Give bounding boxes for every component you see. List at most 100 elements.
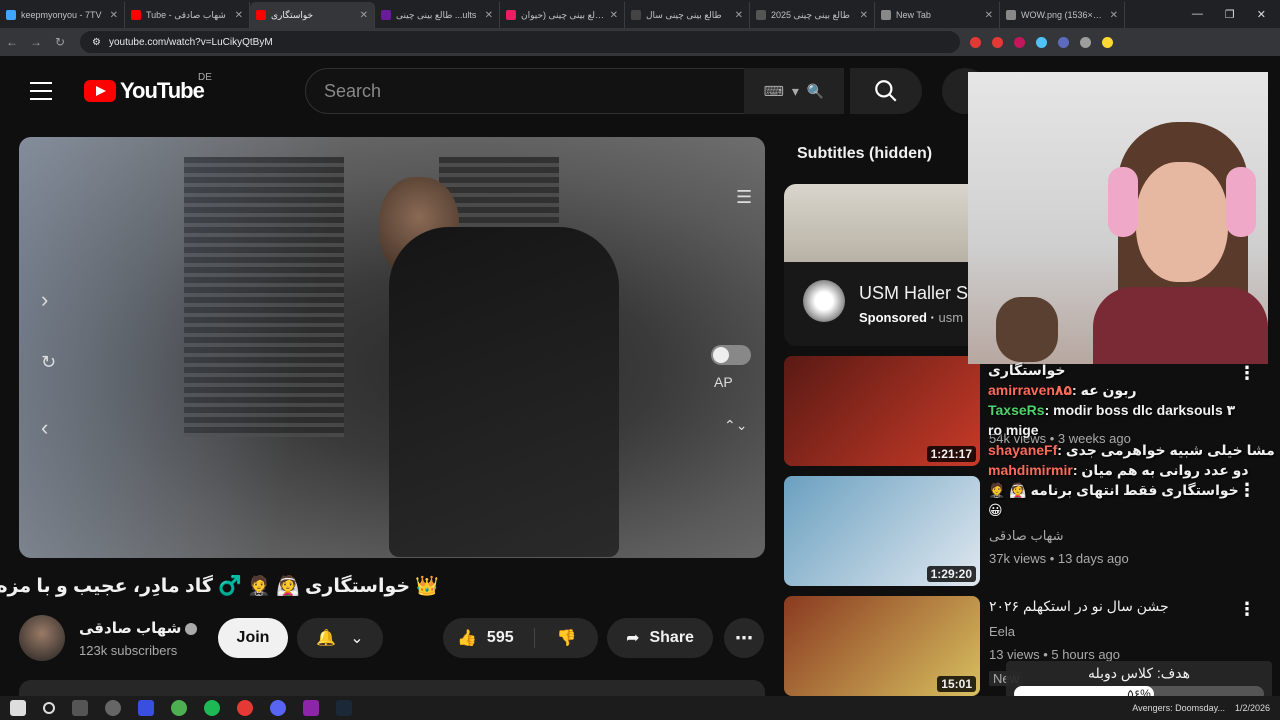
browser-tab[interactable]: keepmyonyou - 7TV ✕ — [0, 2, 125, 28]
keyboard-icon[interactable]: ⌨ — [764, 83, 784, 100]
goal-label: هدف: کلاس دوبله — [1087, 665, 1191, 681]
browser-tab[interactable]: طالع بینی چینی 2025 ✕ — [750, 2, 875, 28]
like-button[interactable]: 👍 595 — [443, 628, 535, 648]
tab-title: WOW.png (1536×10... — [1021, 10, 1105, 20]
browser-tab[interactable]: Tube - شهاب صادقی ✕ — [125, 2, 250, 28]
app-icon[interactable] — [105, 700, 121, 716]
ad-title: USM Haller S — [859, 283, 969, 303]
video-thumbnail[interactable]: 1:29:20 — [784, 476, 980, 586]
share-button[interactable]: ➦ Share — [607, 618, 713, 658]
chat-text: خواستگاری — [988, 362, 1066, 378]
search-icon — [875, 80, 897, 102]
extensions-puzzle-icon[interactable] — [1080, 36, 1091, 48]
bell-icon: 🔔 — [316, 630, 337, 647]
tab-favicon — [1006, 10, 1016, 20]
maximize-icon[interactable]: ❐ — [1225, 8, 1235, 21]
channel-avatar[interactable] — [19, 615, 65, 661]
tab-favicon — [131, 10, 141, 20]
minimize-icon[interactable]: — — [1192, 8, 1203, 20]
browser-tab[interactable]: WOW.png (1536×10... ✕ — [1000, 2, 1125, 28]
tab-close-icon[interactable]: ✕ — [735, 10, 743, 21]
chat-message: 😀 — [988, 500, 1280, 520]
url-field[interactable]: ⚙ youtube.com/watch?v=LuCikyQtByM — [80, 31, 960, 53]
spotify-icon[interactable] — [204, 700, 220, 716]
chat-separator: : — [1072, 382, 1081, 398]
chrome-icon[interactable] — [171, 700, 187, 716]
extension-icon[interactable] — [1058, 36, 1069, 48]
video-meta: 13 views • 5 hours ago — [989, 647, 1121, 662]
ad-logo — [803, 280, 845, 322]
app-icon[interactable] — [237, 700, 253, 716]
webcam-detail — [1136, 162, 1228, 282]
discord-icon[interactable] — [270, 700, 286, 716]
tab-close-icon[interactable]: ✕ — [360, 10, 368, 21]
tab-close-icon[interactable]: ✕ — [485, 10, 493, 21]
extension-icon[interactable] — [1036, 36, 1047, 48]
reload-icon[interactable]: ↻ — [48, 35, 72, 49]
youtube-play-icon — [84, 80, 116, 102]
chat-text: 😀 — [988, 502, 1003, 518]
like-dislike-group: 👍 595 👎 — [443, 618, 598, 658]
ad-card[interactable]: USM Haller S Sponsored · usm — [784, 184, 984, 346]
url-text: youtube.com/watch?v=LuCikyQtByM — [108, 36, 273, 48]
previous-icon[interactable]: ‹ — [41, 415, 48, 441]
chevron-down-icon[interactable]: ▾ — [792, 83, 799, 100]
tab-close-icon[interactable]: ✕ — [110, 10, 118, 21]
tab-close-icon[interactable]: ✕ — [1110, 10, 1118, 21]
description-box[interactable] — [19, 680, 765, 696]
youtube-logo[interactable]: YouTube DE — [84, 72, 212, 104]
menu-icon[interactable] — [30, 82, 52, 100]
video-thumbnail[interactable]: 15:01 — [784, 596, 980, 696]
expand-icon[interactable]: ⌃⌄ — [724, 417, 747, 434]
app-icon[interactable] — [138, 700, 154, 716]
task-view-icon[interactable] — [72, 700, 88, 716]
media-title[interactable]: Avengers: Doomsday... — [1132, 703, 1225, 713]
subscribe-bell-button[interactable]: 🔔 ⌄ — [297, 618, 383, 658]
tab-close-icon[interactable]: ✕ — [235, 10, 243, 21]
video-thumbnail[interactable]: 1:21:17 — [784, 356, 980, 466]
steam-icon[interactable] — [336, 700, 352, 716]
tab-favicon — [631, 10, 641, 20]
caption-search-icon[interactable]: 🔍 — [807, 83, 824, 100]
playlist-icon[interactable]: ☰ — [736, 187, 752, 208]
clock-date[interactable]: 1/2/2026 — [1235, 703, 1270, 713]
browser-tab[interactable]: New Tab ✕ — [875, 2, 1000, 28]
kebab-menu-icon[interactable]: ⋮ — [1238, 599, 1256, 620]
join-button[interactable]: Join — [218, 618, 288, 658]
input-tools[interactable]: ⌨ ▾ 🔍 — [744, 68, 844, 114]
share-label: Share — [649, 629, 694, 646]
extension-icon[interactable] — [992, 36, 1003, 48]
more-actions-button[interactable]: ⋯ — [724, 618, 764, 658]
tab-close-icon[interactable]: ✕ — [985, 10, 993, 21]
video-player[interactable]: › ↻ ‹ ☰ ⌃⌄ — [19, 137, 765, 558]
browser-tab-bar: keepmyonyou - 7TV ✕ Tube - شهاب صادقی ✕ خواس… — [0, 0, 1280, 28]
thumbs-down-icon: 👎 — [556, 630, 577, 647]
site-info-icon[interactable]: ⚙ — [92, 37, 101, 48]
forward-icon[interactable]: → — [24, 35, 48, 49]
extension-icon[interactable] — [970, 36, 981, 48]
browser-tab[interactable]: خواستگاری ✕ — [250, 2, 375, 28]
replay-icon[interactable]: ↻ — [41, 352, 56, 373]
browser-tab[interactable]: طالع بینی چینی ...ults ✕ — [375, 2, 500, 28]
app-icon[interactable] — [303, 700, 319, 716]
browser-tab[interactable]: طالع بینی چینی (حیوان... ✕ — [500, 2, 625, 28]
search-button[interactable] — [850, 68, 922, 114]
tab-favicon — [6, 10, 16, 20]
channel-name[interactable]: شهاب صادقی — [79, 619, 198, 637]
search-icon[interactable] — [43, 702, 55, 714]
extension-icon[interactable] — [1014, 36, 1025, 48]
window-controls: — ❐ ✕ — [1192, 0, 1280, 28]
thumbs-up-icon: 👍 — [457, 630, 477, 647]
next-icon[interactable]: › — [41, 287, 48, 313]
browser-tab[interactable]: طالع بینی چینی سال ✕ — [625, 2, 750, 28]
tab-close-icon[interactable]: ✕ — [860, 10, 868, 21]
profile-avatar[interactable] — [1102, 36, 1113, 48]
autoplay-toggle[interactable] — [711, 345, 751, 365]
tab-close-icon[interactable]: ✕ — [610, 10, 618, 21]
back-icon[interactable]: ← — [0, 35, 24, 49]
windows-start-icon[interactable] — [10, 700, 26, 716]
chat-text: 🤵 👰 خواستگاری فقط انتهای برنامه — [988, 482, 1239, 498]
close-icon[interactable]: ✕ — [1257, 8, 1266, 21]
dislike-button[interactable]: 👎 — [535, 628, 598, 648]
duration-badge: 1:29:20 — [926, 566, 976, 582]
